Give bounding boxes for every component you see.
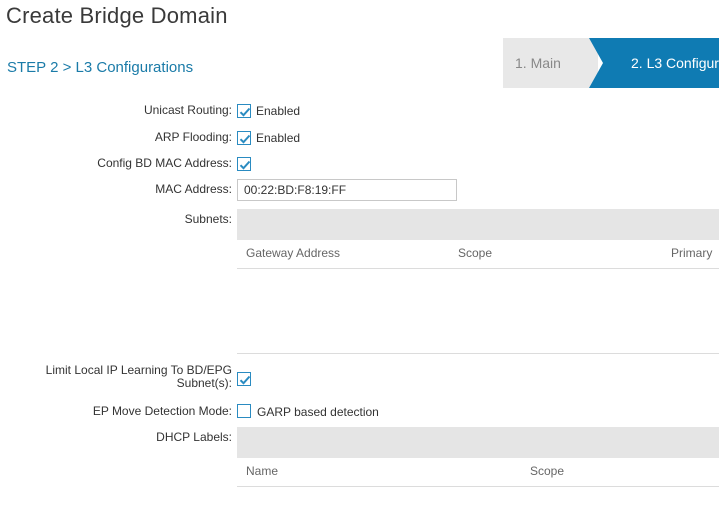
step-title: STEP 2 > L3 Configurations (7, 59, 194, 76)
ep-move-detection-label: EP Move Detection Mode: (92, 404, 232, 418)
page-title: Create Bridge Domain (6, 3, 228, 28)
dhcp-labels-header-divider (237, 486, 719, 487)
check-icon (239, 134, 251, 144)
config-bd-mac-checkbox[interactable] (237, 157, 251, 171)
mac-address-label: MAC Address: (155, 182, 232, 196)
wizard-step-l3-configurations[interactable]: 2. L3 Configurations (589, 38, 719, 88)
limit-ip-learning-checkbox[interactable] (237, 372, 251, 386)
ep-move-detection-checkbox-label: GARP based detection (257, 405, 379, 419)
unicast-routing-checkbox-label: Enabled (256, 104, 301, 118)
subnets-col-gateway-address[interactable]: Gateway Address (246, 246, 340, 260)
arp-flooding-checkbox-label: Enabled (256, 131, 301, 145)
dhcp-labels-col-name[interactable]: Name (246, 464, 278, 478)
check-icon (239, 160, 251, 170)
wizard-step-main[interactable]: 1. Main (503, 38, 598, 88)
check-icon (239, 375, 251, 385)
dhcp-labels-toolbar (237, 427, 719, 458)
dhcp-labels-label: DHCP Labels: (156, 430, 232, 444)
dhcp-labels-col-scope[interactable]: Scope (530, 464, 564, 478)
subnets-toolbar (237, 209, 719, 240)
limit-ip-learning-label-line2: Subnet(s): (176, 376, 232, 390)
arp-flooding-checkbox[interactable] (237, 131, 251, 145)
wizard-steps: 1. Main 2. L3 Configurations (503, 38, 719, 88)
ep-move-detection-checkbox[interactable] (237, 404, 251, 418)
subnets-col-primary[interactable]: Primary (671, 246, 712, 260)
arp-flooding-label: ARP Flooding: (154, 130, 232, 144)
config-bd-mac-label: Config BD MAC Address: (97, 156, 232, 170)
subnets-label: Subnets: (184, 212, 232, 226)
unicast-routing-label: Unicast Routing: (143, 103, 232, 117)
subnets-header-divider (237, 268, 719, 269)
subnets-col-scope[interactable]: Scope (458, 246, 492, 260)
check-icon (239, 107, 251, 117)
mac-address-input[interactable] (237, 179, 457, 201)
subnets-table-bottom-divider (237, 353, 719, 354)
limit-ip-learning-label: Limit Local IP Learning To BD/EPG Subnet… (46, 364, 232, 390)
unicast-routing-checkbox[interactable] (237, 104, 251, 118)
